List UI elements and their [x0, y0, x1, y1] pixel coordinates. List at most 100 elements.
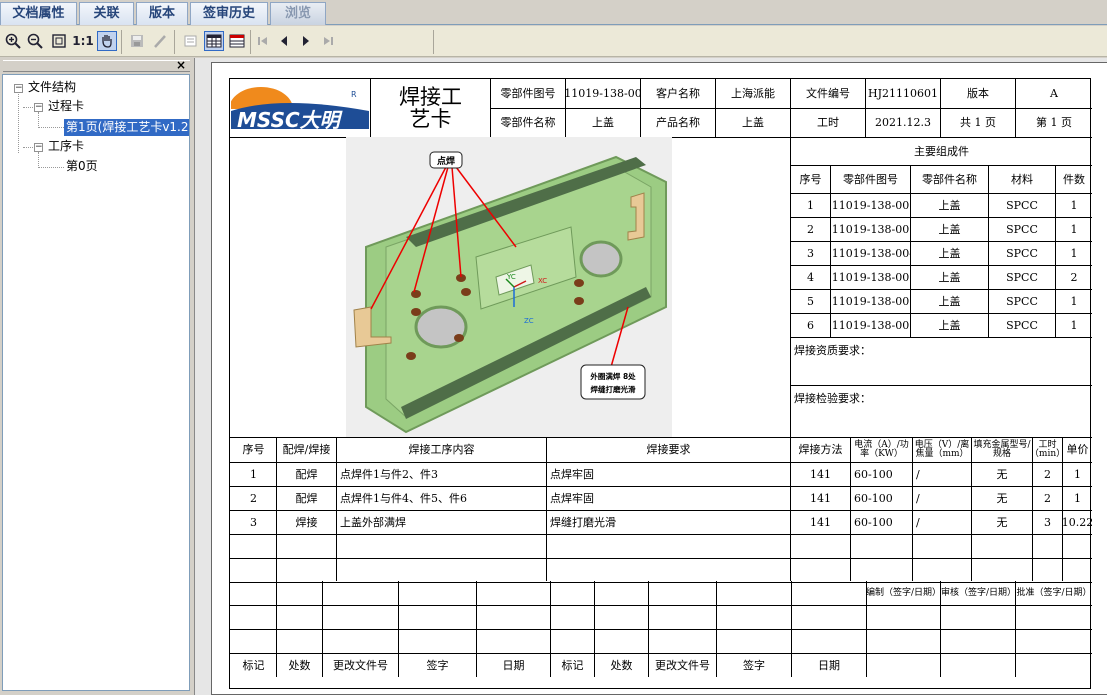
footer-label: 日期 [818, 658, 840, 672]
operation-cell: 1 [250, 467, 257, 481]
operation-header-cell: 焊接方法 [798, 443, 843, 457]
operation-cell: 焊接 [295, 515, 318, 529]
panel-header [3, 60, 190, 72]
operation-cell: 配焊 [295, 467, 318, 481]
footer-label: 签字 [743, 658, 765, 672]
operation-header-cell: 焊接要求 [646, 443, 691, 457]
table-view-icon[interactable] [227, 31, 247, 51]
component-cell: 1 [807, 198, 814, 212]
tree-node-page0[interactable]: 第0页 [66, 158, 98, 175]
tab-review-history[interactable]: 签审历史 [190, 2, 268, 25]
hours-label: 工时 [817, 116, 839, 130]
component-cell: 6 [807, 318, 814, 332]
component-cell: 1 [1070, 198, 1078, 212]
tab-bar: 文档属性 关联 版本 签审历史 浏览 [0, 0, 1107, 25]
operation-cell: 141 [810, 491, 831, 505]
operation-cell: 配焊 [295, 491, 318, 505]
operation-cell: 60-100 [854, 467, 893, 481]
operation-cell: 无 [996, 515, 1008, 529]
customer: 上海派能 [731, 86, 775, 100]
operation-cell: / [916, 515, 920, 529]
operation-header-cell: 焊接工序内容 [408, 443, 475, 457]
structure-tree: − 文件结构 − 过程卡 第1页(焊接工艺卡v1.2 − 工序卡 第0页 [2, 74, 190, 691]
product: 上盖 [742, 116, 764, 130]
previous-page-icon[interactable] [274, 31, 294, 51]
weld-inspection-label: 焊接检验要求： [794, 391, 871, 405]
zoom-in-icon[interactable] [3, 31, 23, 51]
component-cell: 1 [1070, 246, 1078, 260]
component-cell: 2 [807, 222, 814, 236]
operation-header-cell: 配焊/焊接 [282, 443, 331, 457]
operation-cell: 点焊件1与件4、件5、件6 [340, 491, 467, 505]
single-page-icon[interactable] [180, 31, 200, 51]
component-cell: SPCC [1006, 198, 1038, 212]
grid-view-icon[interactable] [204, 31, 224, 51]
component-cell: 211019-138-004 [831, 246, 910, 260]
operation-header-cell: 工时（min） [1033, 439, 1062, 459]
tab-browse[interactable]: 浏览 [270, 2, 326, 25]
actual-size-button[interactable]: 1:1 [72, 31, 94, 51]
footer-label: 更改文件号 [655, 658, 710, 672]
component-cell: SPCC [1006, 270, 1038, 284]
last-page-icon[interactable] [318, 31, 338, 51]
operation-cell: 点焊件1与件2、件3 [340, 467, 438, 481]
save-icon[interactable] [127, 31, 147, 51]
file-no: HJ21110601 [868, 86, 938, 100]
component-cell: SPCC [1006, 318, 1038, 332]
first-page-icon[interactable] [253, 31, 273, 51]
tree-node-operation-card[interactable]: 工序卡 [48, 138, 84, 155]
component-cell: 5 [807, 294, 814, 308]
component-cell: 211019-138-002 [831, 198, 910, 212]
component-cell: 上盖 [938, 270, 961, 284]
sign-compile-label: 编制（签字/日期） [866, 587, 940, 598]
operation-cell: 3 [250, 515, 257, 529]
operation-cell: 3 [1044, 515, 1051, 529]
footer-label: 签字 [426, 658, 449, 672]
pen-icon[interactable] [150, 31, 170, 51]
component-header-cell: 材料 [1011, 172, 1033, 186]
component-header-cell: 零部件名称 [922, 172, 977, 186]
panel-close-button[interactable]: × [176, 58, 186, 72]
callout-grind-smooth: 焊缝打磨光滑 [591, 384, 636, 394]
operation-cell: 60-100 [854, 515, 893, 529]
tree-node-root[interactable]: 文件结构 [28, 79, 76, 96]
component-cell: 3 [807, 246, 814, 260]
tree-node-process-card[interactable]: 过程卡 [48, 98, 84, 115]
total-pages: 共 1 页 [960, 116, 996, 130]
collapse-process-icon[interactable]: − [34, 103, 43, 112]
pan-hand-icon[interactable] [97, 31, 117, 51]
operation-cell: 点焊牢固 [550, 491, 594, 505]
tab-versions[interactable]: 版本 [136, 2, 188, 25]
operation-header-cell: 填充金属型号/规格 [973, 439, 1031, 459]
tab-relations[interactable]: 关联 [79, 2, 134, 25]
component-cell: 211019-138-007 [831, 318, 910, 332]
component-header-cell: 件数 [1063, 172, 1085, 186]
footer-label: 标记 [242, 658, 265, 672]
operation-cell: 2 [250, 491, 257, 505]
collapse-ops-icon[interactable]: − [34, 143, 43, 152]
part-no: 211019-138-001 [566, 86, 640, 100]
component-cell: 211019-138-005 [831, 270, 910, 284]
fit-page-icon[interactable] [49, 31, 69, 51]
operation-cell: 焊缝打磨光滑 [550, 515, 616, 529]
operation-cell: 点焊牢固 [550, 467, 594, 481]
operation-header-cell: 单价 [1066, 443, 1089, 457]
document-page: MSSC大明 R 焊接工艺卡 零部件图号 211019-138-001 客户名称… [211, 62, 1107, 695]
operation-cell: 10.22 [1063, 515, 1092, 529]
component-cell: 上盖 [938, 222, 961, 236]
page-no: 第 1 页 [1036, 116, 1072, 130]
operation-cell: 141 [810, 515, 831, 529]
tab-doc-properties[interactable]: 文档属性 [0, 2, 77, 25]
part-name: 上盖 [592, 116, 614, 130]
collapse-root-icon[interactable]: − [14, 84, 23, 93]
operation-header-cell: 电压（V）/离焦量（mm） [914, 439, 970, 459]
structure-panel: × − 文件结构 − 过程卡 第1页(焊接工艺卡v1.2 − 工序卡 第0页 [0, 58, 192, 695]
zc-axis-label: ZC [524, 317, 534, 325]
part-name-label: 零部件名称 [500, 116, 556, 130]
operation-cell: 无 [996, 491, 1008, 505]
tree-node-page1[interactable]: 第1页(焊接工艺卡v1.2 [64, 119, 189, 136]
operation-cell: 2 [1044, 467, 1051, 481]
next-page-icon[interactable] [296, 31, 316, 51]
zoom-out-icon[interactable] [25, 31, 45, 51]
sign-approve-label: 批准（签字/日期） [1016, 587, 1092, 598]
